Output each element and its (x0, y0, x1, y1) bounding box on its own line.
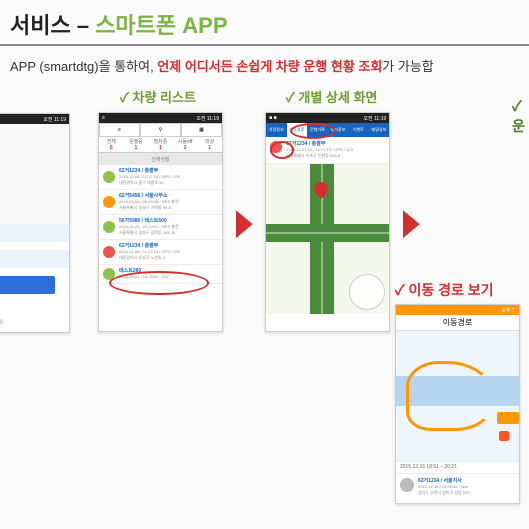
speed-meter (349, 274, 385, 310)
phone-detail: ■ ■ 오전 11:19 차량정보이동경로운행기록에러정보이벤트배달정보 62거… (265, 112, 390, 332)
filter-item[interactable]: 정차중1 (148, 137, 173, 152)
status-badge (103, 171, 115, 183)
title-prefix: 서비스 – (10, 13, 95, 38)
status-badge (270, 141, 282, 153)
detail-tab[interactable]: 이벤트 (348, 123, 369, 137)
list-item[interactable]: 50가5980 / 테스트5002015-01-25 / 22:23:27 / … (99, 215, 222, 240)
hamburger-icon[interactable]: ≡ (102, 115, 105, 121)
login-button[interactable] (0, 276, 55, 294)
detail-tab[interactable]: 에러정보 (328, 123, 349, 137)
route-path (406, 361, 496, 431)
status-bar: ■ ■ 오전 11:19 (0, 114, 69, 124)
vehicle-meta: 2015-12-01-01 / 11:17:19 / GPS / 12V (286, 147, 353, 152)
list-item[interactable]: 62거5456 / 서울사무소2015-01-08 / 00:25:38 / G… (99, 190, 222, 215)
detail-tab[interactable]: 이동경로 (287, 123, 308, 137)
label-route: ✓ 이동 경로 보기 (395, 280, 525, 300)
detail-map[interactable] (266, 164, 389, 314)
phone-login: ■ ■ 오전 11:19 Ver 2.0.9 (0, 113, 70, 333)
filter-item[interactable]: 시동off2 (173, 137, 198, 152)
login-id-input[interactable] (0, 224, 69, 242)
login-pw-input[interactable] (0, 250, 69, 268)
status-time: 오후 7: (501, 307, 516, 314)
list-item[interactable]: 테스트2602015-05-03 / 10:18:00 / 12V (99, 265, 222, 284)
page-title: 서비스 – 스마트폰 APP (0, 8, 529, 40)
filter-item[interactable]: 전체5 (99, 137, 124, 152)
vehicle-addr: 서울특별시 서초구 논현동 663-8 (286, 153, 340, 158)
desc-tail: 가 가능합 (382, 59, 433, 74)
route-dates: 2015.12.16 18:51 – 20:21 (396, 461, 519, 473)
tab-map-icon[interactable]: ⚲ (140, 123, 181, 137)
detail-tab[interactable]: 차량정보 (266, 123, 287, 137)
arrow-icon: ▶ (403, 202, 419, 242)
status-badge (103, 246, 115, 258)
status-bar: ‹ 오후 7: (396, 305, 519, 315)
status-badge (400, 478, 414, 492)
label-detail: ✓ 개별 상세 화면 (286, 87, 377, 106)
filter-item[interactable]: 미상1 (197, 137, 222, 152)
desc-highlight: 언제 어디서든 손쉽게 차량 운행 현황 조회 (157, 59, 382, 74)
phone-route: ‹ 오후 7: 이동경로 2015.12.16 18:51 – 20:21 62… (395, 304, 520, 504)
label-list: ✓ 차량 리스트 (120, 87, 196, 106)
status-time: 오전 11:19 (363, 115, 386, 122)
route-title: 이동경로 (396, 315, 519, 331)
desc-lead: APP (smartdtg)을 통하여, (10, 59, 157, 74)
status-time: 오전 11:19 (196, 115, 219, 122)
list-item[interactable]: 62거1234 / 총괄부2015-01-08 / 11:17:19 / GPS… (99, 240, 222, 265)
status-badge (103, 268, 115, 280)
tab-filter-icon[interactable]: ▦ (181, 123, 222, 137)
detail-tab[interactable]: 운행기록 (307, 123, 328, 137)
version-text: Ver 2.0.9 (0, 320, 3, 326)
route-meta: 2015-12-16 / 19:25:40 / 0km (418, 484, 468, 489)
list-subheader: 전체현황 (99, 153, 222, 165)
arrow-icon: ▶ (236, 202, 252, 242)
list-item[interactable]: 62거1234 / 총괄부2015-12-08 / 11:17:19 / GPS… (99, 165, 222, 190)
route-action-button[interactable] (497, 412, 519, 424)
back-icon[interactable]: ‹ (399, 307, 401, 313)
status-time: 오전 11:19 (43, 116, 66, 123)
status-carrier: ■ ■ (269, 115, 276, 121)
status-bar: ■ ■ 오전 11:19 (266, 113, 389, 123)
title-underline (0, 44, 529, 46)
phone-list: ≡ 오전 11:19 ≡ ⚲ ▦ 전체5운행중1정차중1시동off2미상1 전체… (98, 112, 223, 332)
status-badge (103, 196, 115, 208)
status-badge (103, 221, 115, 233)
filter-item[interactable]: 운행중1 (124, 137, 149, 152)
title-app: 스마트폰 APP (95, 13, 227, 38)
route-addr: 경기도 부천시 원미구 상동 572 (418, 490, 470, 495)
route-endpoint-icon (499, 431, 509, 441)
detail-tab[interactable]: 배달정보 (369, 123, 390, 137)
status-bar: ≡ 오전 11:19 (99, 113, 222, 123)
tab-list-icon[interactable]: ≡ (99, 123, 140, 137)
detail-header: 62거1234 / 총괄부 2015-12-01-01 / 11:17:19 /… (266, 137, 389, 164)
description: APP (smartdtg)을 통하여, 언제 어디서든 손쉽게 차량 운행 현… (0, 56, 529, 75)
route-map[interactable] (396, 331, 519, 461)
